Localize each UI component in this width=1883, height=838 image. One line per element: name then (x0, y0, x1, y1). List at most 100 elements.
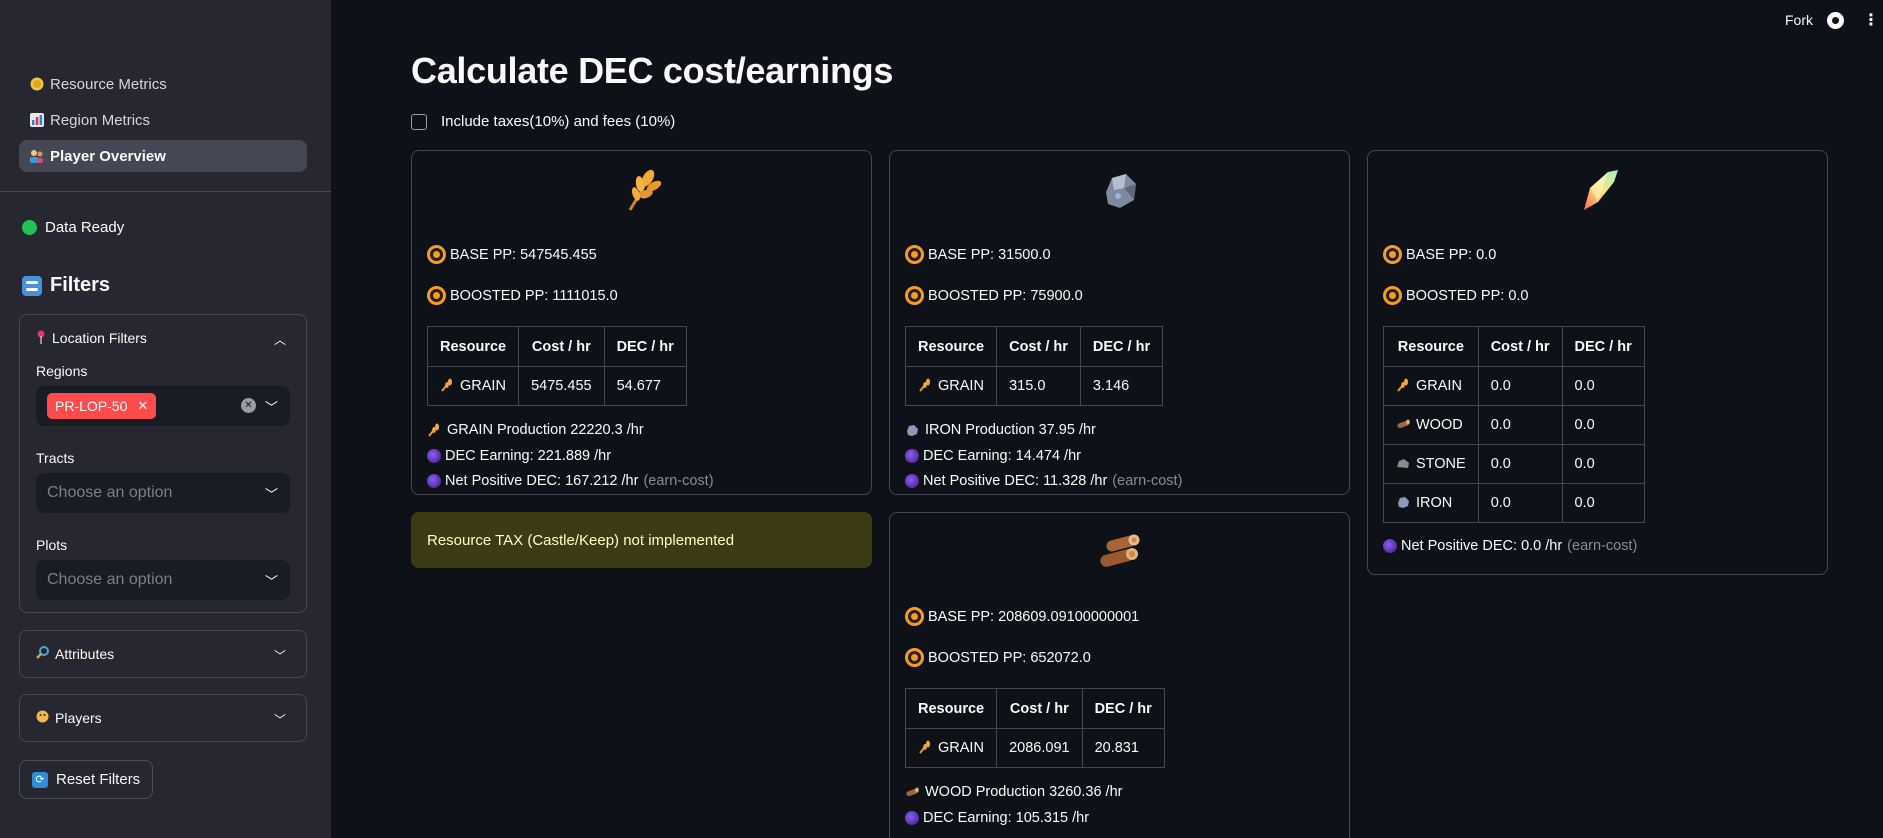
base-pp: BASE PP: 208609.09100000001 (905, 607, 1139, 626)
production-text: IRON Production 37.95 /hr (925, 422, 1096, 438)
bar-chart-icon (29, 113, 44, 128)
nav-item-region-metrics[interactable]: Region Metrics (19, 104, 307, 136)
resource-cell: IRON (1383, 483, 1479, 523)
iron-icon (907, 425, 918, 436)
header-cost: Cost / hr (518, 326, 605, 367)
menu-dots-icon[interactable]: ⋮ (1861, 10, 1881, 30)
dec-earning-text: DEC Earning: 221.889 /hr (445, 448, 612, 464)
tracts-select[interactable]: Choose an option ﹀ (36, 473, 290, 513)
header-dec: DEC / hr (1561, 326, 1645, 367)
resource-cell: GRAIN (426, 366, 520, 406)
dec-icon (905, 474, 919, 488)
grain-icon (428, 423, 439, 437)
fork-link[interactable]: Fork (1785, 12, 1813, 28)
attributes-expander[interactable]: Attributes ﹀ (19, 630, 307, 678)
boosted-pp-text: BOOSTED PP: 1111015.0 (450, 287, 618, 304)
status-data-ready: Data Ready (22, 219, 124, 236)
dec-cell: 0.0 (1561, 483, 1645, 523)
dec-icon (427, 474, 441, 488)
region-tag[interactable]: PR-LOP-50 ✕ (47, 393, 157, 419)
players-expander[interactable]: Players ﹀ (19, 694, 307, 742)
boosted-pp: BOOSTED PP: 75900.0 (905, 286, 1083, 305)
gear-icon (905, 286, 924, 305)
resource-cell: GRAIN (1383, 366, 1479, 406)
table-row: IRON 0.0 0.0 (1383, 483, 1645, 523)
chevron-up-icon: ︿ (273, 333, 286, 347)
regions-label: Regions (36, 363, 88, 379)
status-text: Data Ready (45, 219, 125, 236)
resource-cell: GRAIN (904, 366, 998, 406)
nav-label: Player Overview (50, 147, 166, 165)
tracts-label: Tracts (36, 450, 75, 466)
dec-cell: 20.831 (1081, 728, 1165, 768)
green-circle-icon (22, 220, 37, 235)
header-resource: Resource (904, 688, 998, 729)
nav-item-resource-metrics[interactable]: Resource Metrics (19, 68, 307, 100)
location-filters-header[interactable]: Location Filters ︿ (20, 315, 306, 361)
taxes-checkbox-row[interactable]: Include taxes(10%) and fees (10%) (411, 113, 675, 130)
taxes-checkbox[interactable] (411, 113, 427, 130)
header-resource: Resource (1383, 326, 1479, 367)
checkbox-label: Include taxes(10%) and fees (10%) (441, 113, 676, 130)
boosted-pp-text: BOOSTED PP: 0.0 (1406, 287, 1529, 304)
header-dec: DEC / hr (603, 326, 687, 367)
chevron-down-icon[interactable]: ﹀ (265, 484, 278, 503)
production-line: IRON Production 37.95 /hr (905, 422, 1096, 438)
table-header-row: Resource Cost / hr DEC / hr (904, 326, 1164, 367)
clear-icon[interactable]: ✕ (241, 398, 256, 413)
resource-name: WOOD (1416, 417, 1463, 433)
gear-icon (905, 648, 924, 667)
iron-ore-icon (1106, 174, 1136, 208)
plots-select[interactable]: Choose an option ﹀ (36, 560, 290, 600)
resource-cell: WOOD (1383, 405, 1479, 445)
wood-logs-icon (1100, 534, 1140, 567)
production-text: WOOD Production 3260.36 /hr (925, 784, 1123, 800)
filters-heading: Filters (22, 274, 110, 297)
sidebar-divider (0, 191, 331, 192)
regions-multiselect[interactable]: PR-LOP-50 ✕ ✕ ﹀ (36, 386, 290, 426)
location-filters-title: Location Filters (52, 330, 147, 346)
table-row: GRAIN 0.0 0.0 (1383, 366, 1645, 406)
resource-name: GRAIN (938, 378, 984, 394)
dec-earning-line: DEC Earning: 14.474 /hr (905, 448, 1081, 464)
net-dec-text: Net Positive DEC: 11.328 /hr (923, 473, 1108, 489)
github-icon[interactable] (1827, 11, 1844, 29)
attributes-header[interactable]: Attributes ﹀ (20, 631, 306, 677)
base-pp: BASE PP: 31500.0 (905, 245, 1051, 264)
table-row: GRAIN 5475.455 54.677 (426, 366, 687, 406)
stone-icon (1397, 459, 1409, 468)
players-header[interactable]: Players ﹀ (20, 695, 306, 741)
net-note: (earn-cost) (1112, 473, 1183, 489)
gear-icon (427, 286, 446, 305)
resource-cell: STONE (1383, 444, 1479, 484)
nav-label: Region Metrics (50, 111, 151, 129)
cost-cell: 0.0 (1477, 405, 1563, 445)
table-row: GRAIN 315.0 3.146 (904, 366, 1164, 406)
wood-icon (906, 787, 919, 797)
dec-icon (427, 449, 441, 463)
table-row: STONE 0.0 0.0 (1383, 444, 1645, 484)
chevron-down-icon[interactable]: ﹀ (265, 571, 278, 590)
chevron-down-icon[interactable]: ﹀ (265, 397, 278, 416)
resource-cell: GRAIN (904, 728, 998, 768)
nav-item-player-overview[interactable]: Player Overview (19, 140, 307, 172)
chevron-down-icon: ﹀ (273, 713, 286, 727)
sidebar-nav: Resource Metrics Region Metrics Player O… (19, 68, 307, 176)
base-pp-text: BASE PP: 0.0 (1406, 246, 1497, 263)
research-card: BASE PP: 0.0 BOOSTED PP: 0.0 Resource Co… (1367, 150, 1828, 575)
remove-tag-icon[interactable]: ✕ (137, 398, 148, 414)
cost-table: Resource Cost / hr DEC / hr GRAIN 315.0 … (904, 326, 1164, 406)
sidebar: Resource Metrics Region Metrics Player O… (0, 0, 331, 838)
reset-filters-button[interactable]: ⟳ Reset Filters (19, 760, 154, 799)
cost-table: Resource Cost / hr DEC / hr GRAIN 2086.0… (904, 688, 1165, 768)
header-resource: Resource (426, 326, 520, 367)
header-toolbar: Fork ⋮ (1785, 10, 1883, 30)
base-pp-text: BASE PP: 208609.09100000001 (928, 608, 1140, 625)
net-dec-text: Net Positive DEC: 0.0 /hr (1401, 538, 1563, 554)
resource-name: GRAIN (938, 740, 984, 756)
base-pp: BASE PP: 547545.455 (427, 245, 597, 264)
boosted-pp: BOOSTED PP: 652072.0 (905, 648, 1091, 667)
gear-icon (1383, 286, 1402, 305)
net-dec-line: Net Positive DEC: 167.212 /hr (earn-cost) (427, 473, 714, 489)
region-tag-label: PR-LOP-50 (55, 398, 128, 414)
